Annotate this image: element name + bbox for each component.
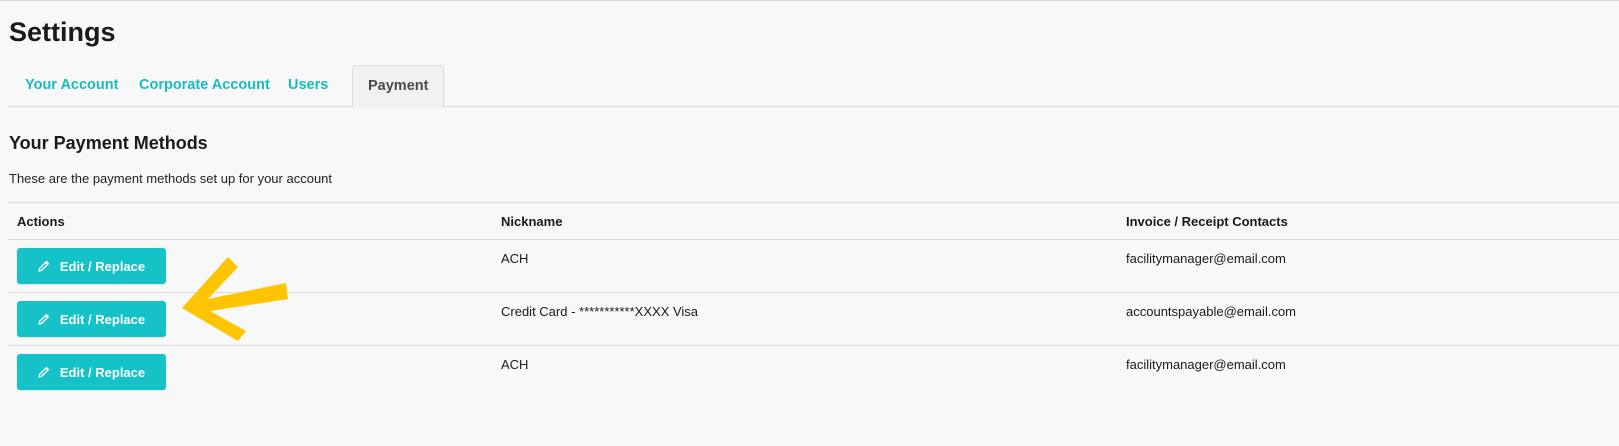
contact-cell: facilitymanager@email.com: [1126, 251, 1286, 266]
table-header: Actions Nickname Invoice / Receipt Conta…: [8, 203, 1619, 240]
tab-corporate-account[interactable]: Corporate Account: [139, 65, 270, 107]
tab-your-account[interactable]: Your Account: [25, 65, 118, 107]
edit-replace-label: Edit / Replace: [59, 364, 146, 380]
section-description: These are the payment methods set up for…: [9, 171, 333, 186]
edit-replace-button[interactable]: Edit / Replace: [17, 301, 166, 337]
nickname-cell: ACH: [501, 357, 529, 372]
tab-payment[interactable]: Payment: [352, 65, 445, 108]
edit-replace-label: Edit / Replace: [59, 311, 146, 327]
pencil-icon: [38, 313, 50, 325]
header-nickname: Nickname: [501, 214, 563, 229]
nickname-cell: Credit Card - ***********XXXX Visa: [501, 304, 699, 319]
pencil-icon: [38, 366, 50, 378]
table-row: Edit / Replace ACH facilitymanager@email…: [8, 346, 1619, 399]
nickname-cell: ACH: [501, 251, 529, 266]
edit-replace-label: Edit / Replace: [59, 258, 146, 274]
contact-cell: accountspayable@email.com: [1126, 304, 1297, 319]
edit-replace-button[interactable]: Edit / Replace: [17, 354, 166, 390]
settings-tabs: Your Account Corporate Account Users Pay…: [8, 65, 1619, 108]
arrow-left-icon: [182, 257, 288, 341]
header-contacts: Invoice / Receipt Contacts: [1126, 214, 1288, 229]
pencil-icon: [38, 260, 50, 272]
page-title: Settings: [9, 17, 116, 47]
tab-users[interactable]: Users: [288, 65, 328, 107]
header-actions: Actions: [17, 214, 65, 229]
section-title: Your Payment Methods: [9, 133, 208, 153]
edit-replace-button[interactable]: Edit / Replace: [17, 248, 166, 284]
contact-cell: facilitymanager@email.com: [1126, 357, 1286, 372]
